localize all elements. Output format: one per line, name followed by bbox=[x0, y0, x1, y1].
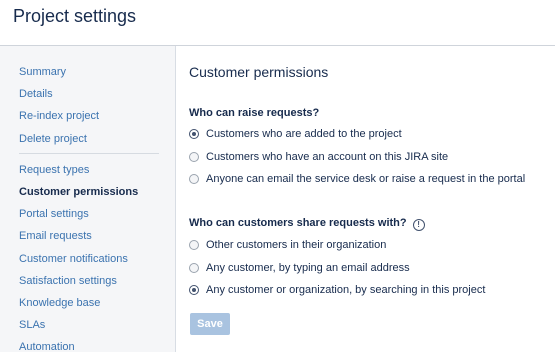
radio-button-selected[interactable] bbox=[189, 285, 199, 295]
radio-label: Anyone can email the service desk or rai… bbox=[206, 173, 526, 185]
sidebar-item-request-types[interactable]: Request types bbox=[19, 164, 89, 176]
sidebar-item-reindex-project[interactable]: Re-index project bbox=[19, 110, 99, 122]
page-header: Project settings bbox=[0, 0, 555, 46]
share-requests-label: Who can customers share requests with?! bbox=[189, 217, 425, 231]
raise-option-jira-account-customers[interactable]: Customers who have an account on this JI… bbox=[189, 150, 448, 164]
share-option-search-project[interactable]: Any customer or organization, by searchi… bbox=[189, 283, 485, 297]
sidebar-item-slas[interactable]: SLAs bbox=[19, 319, 45, 331]
raise-option-added-customers[interactable]: Customers who are added to the project bbox=[189, 127, 402, 141]
radio-button[interactable] bbox=[189, 240, 199, 250]
sidebar-item-portal-settings[interactable]: Portal settings bbox=[19, 208, 89, 220]
share-option-organization[interactable]: Other customers in their organization bbox=[189, 238, 386, 252]
radio-button[interactable] bbox=[189, 174, 199, 184]
raise-option-anyone[interactable]: Anyone can email the service desk or rai… bbox=[189, 172, 525, 186]
sidebar-item-details[interactable]: Details bbox=[19, 88, 53, 100]
page-title: Project settings bbox=[13, 6, 137, 26]
raise-requests-label: Who can raise requests? bbox=[189, 107, 320, 119]
sidebar-divider bbox=[19, 153, 159, 154]
radio-button[interactable] bbox=[189, 152, 199, 162]
radio-label: Customers who have an account on this JI… bbox=[206, 151, 449, 163]
section-title: Customer permissions bbox=[189, 64, 329, 80]
sidebar: Summary Details Re-index project Delete … bbox=[0, 46, 176, 353]
sidebar-item-summary[interactable]: Summary bbox=[19, 66, 66, 78]
share-option-email-address[interactable]: Any customer, by typing an email address bbox=[189, 261, 410, 275]
save-button[interactable]: Save bbox=[190, 313, 230, 335]
share-requests-label-text: Who can customers share requests with? bbox=[189, 217, 407, 229]
sidebar-item-customer-notifications[interactable]: Customer notifications bbox=[19, 253, 128, 265]
radio-label: Other customers in their organization bbox=[206, 239, 387, 251]
info-icon[interactable]: ! bbox=[412, 219, 425, 231]
radio-label: Any customer, by typing an email address bbox=[206, 262, 410, 274]
radio-button[interactable] bbox=[189, 263, 199, 273]
sidebar-item-satisfaction-settings[interactable]: Satisfaction settings bbox=[19, 275, 117, 287]
sidebar-item-knowledge-base[interactable]: Knowledge base bbox=[19, 297, 100, 309]
sidebar-item-automation[interactable]: Automation bbox=[19, 341, 75, 353]
main-content: Customer permissions Who can raise reque… bbox=[176, 46, 555, 352]
sidebar-item-delete-project[interactable]: Delete project bbox=[19, 133, 87, 145]
radio-label: Any customer or organization, by searchi… bbox=[206, 284, 486, 296]
radio-button-selected[interactable] bbox=[189, 129, 199, 139]
sidebar-item-email-requests[interactable]: Email requests bbox=[19, 230, 92, 242]
radio-label: Customers who are added to the project bbox=[206, 128, 402, 140]
sidebar-item-customer-permissions[interactable]: Customer permissions bbox=[19, 186, 138, 198]
